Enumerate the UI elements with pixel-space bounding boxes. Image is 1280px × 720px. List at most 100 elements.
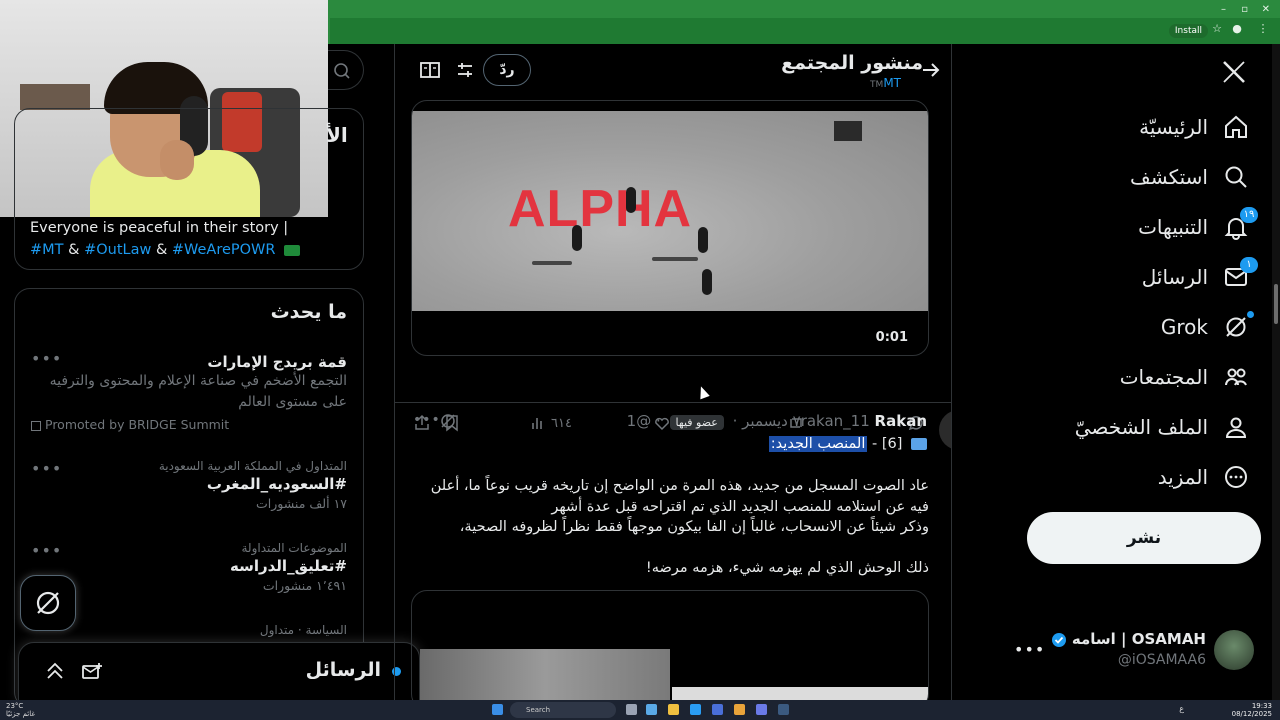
video-frame: ALPHA (412, 111, 928, 311)
nav-notifications[interactable]: ١٩ التنبيهات (1138, 202, 1258, 252)
nav-communities[interactable]: المجتمعات (1120, 352, 1250, 402)
widgets-icon[interactable] (646, 704, 657, 715)
more-circle-icon (1225, 466, 1247, 488)
nav-home[interactable]: الرئيسيّة (1139, 102, 1250, 152)
install-app-button[interactable]: Install (1168, 24, 1208, 38)
views-action[interactable]: ٦١٤ (529, 414, 572, 432)
flag-icon (284, 244, 301, 256)
folder-icon (911, 438, 927, 450)
post-body: عاد الصوت المسجل من جديد، هذه المرة من ا… (430, 478, 929, 576)
more-icon[interactable]: ••• (31, 349, 62, 368)
store-icon[interactable] (712, 704, 723, 715)
more-icon[interactable]: ••• (1014, 640, 1045, 659)
taskbar-clock[interactable]: 19:33 08/12/2025 (1232, 702, 1272, 718)
author-name[interactable]: Rakan (875, 412, 927, 430)
grok-icon (1226, 317, 1246, 337)
post-media[interactable] (411, 590, 929, 700)
kebab-menu-icon[interactable]: ⋮ (1256, 22, 1270, 36)
account-name: اسامه | OSAMAH (1051, 630, 1206, 648)
trend-item[interactable]: الموضوعات المتداولة #تعليق_الدراسه ١٬٤٩١… (31, 541, 347, 593)
trend-item[interactable]: السياسة · متداول (31, 623, 347, 637)
video-overlay-text: ALPHA (508, 180, 693, 238)
task-view-icon[interactable] (626, 704, 637, 715)
account-handle: @iOSAMAA6 (1117, 652, 1206, 668)
edge-icon[interactable] (690, 704, 701, 715)
messages-drawer-title: الرسائل (305, 659, 381, 681)
communities-icon (1225, 368, 1247, 386)
chrome-icon[interactable] (734, 704, 745, 715)
search-box[interactable] (328, 50, 364, 90)
post-date[interactable]: ٧ ديسمبر (742, 412, 801, 430)
nav-explore[interactable]: استكشف (1130, 152, 1250, 202)
more-icon[interactable]: ••• (31, 541, 62, 560)
reader-icon[interactable] (419, 60, 441, 80)
star-icon[interactable]: ☆ (1210, 22, 1224, 36)
message-count-badge: ١ (1240, 257, 1258, 273)
scrollbar[interactable] (1272, 44, 1280, 700)
trend-item[interactable]: قمة بريدج الإمارات التجمع الأضخم في صناع… (31, 351, 347, 432)
views-icon (532, 418, 542, 429)
sidebar-nav: الرئيسيّة استكشف ١٩ التنبيهات ١ الرسائل … (994, 44, 1280, 700)
profile-icon[interactable]: ● (1230, 22, 1244, 36)
search-icon (334, 63, 350, 79)
minimize-icon[interactable]: – (1221, 4, 1226, 15)
profile-bio: Everyone is peaceful in their story | #M… (30, 217, 350, 261)
grok-icon[interactable] (439, 412, 457, 430)
sliders-icon[interactable] (455, 60, 475, 80)
x-logo-icon[interactable] (1220, 58, 1248, 86)
more-icon[interactable]: ••• (31, 459, 62, 478)
avatar[interactable] (939, 410, 951, 450)
avatar (1214, 630, 1254, 670)
grok-floating-button[interactable] (20, 575, 76, 631)
trend-item[interactable]: المتداول في المملكة العربية السعودية #ال… (31, 459, 347, 511)
promoted-label: Promoted by BRIDGE Summit (31, 417, 347, 432)
page-title: منشور المجتمع (781, 52, 923, 74)
bio-line: Everyone is peaceful in their story | (30, 220, 289, 236)
discord-icon[interactable] (756, 704, 767, 715)
file-explorer-icon[interactable] (668, 704, 679, 715)
media-thumbnail (672, 687, 928, 700)
post-author[interactable]: ٧ ديسمبر · عضو فيها · @1rakan_11 Rakan (627, 412, 927, 430)
nav-profile[interactable]: الملف الشخصيّ (1075, 402, 1250, 452)
video-player[interactable]: ALPHA 0:01 (411, 100, 929, 356)
messages-drawer[interactable]: الرسائل (18, 642, 420, 702)
post-detail-column: منشور المجتمع TMMT ردّ ALPHA 0:01 ١ ٢٢ ٦… (394, 44, 952, 700)
unread-dot (1247, 311, 1254, 318)
nav-more[interactable]: المزيد (1158, 452, 1250, 502)
taskbar-search[interactable]: Search (510, 702, 616, 718)
windows-start-icon[interactable] (492, 704, 503, 715)
hashtag-link[interactable]: #WeArePOWR (172, 242, 276, 258)
hashtag-link[interactable]: #MT (30, 242, 64, 258)
more-icon[interactable]: ••• (413, 412, 441, 428)
grok-icon (36, 591, 60, 615)
weather-widget[interactable]: 23°C غائم جزئيًا (6, 702, 35, 718)
search-icon (1225, 166, 1247, 188)
scrollbar-thumb[interactable] (1274, 284, 1278, 324)
back-arrow-icon[interactable] (921, 60, 941, 80)
trends-title: ما يحدث (270, 301, 347, 323)
nav-messages[interactable]: ١ الرسائل (1142, 252, 1258, 302)
expand-up-icon[interactable] (45, 661, 65, 683)
promoted-icon (31, 420, 41, 431)
post-header: منشور المجتمع TMMT ردّ (395, 44, 951, 96)
video-timestamp: 0:01 (875, 330, 908, 345)
language-indicator[interactable]: ع (1179, 704, 1184, 713)
verified-badge-icon (1051, 632, 1066, 647)
maximize-icon[interactable]: ▫ (1241, 4, 1248, 15)
vehicle (834, 121, 862, 141)
steam-icon[interactable] (778, 704, 789, 715)
hashtag-link[interactable]: #OutLaw (84, 242, 151, 258)
card-heading: الأ (326, 123, 348, 147)
account-switcher[interactable]: اسامه | OSAMAH @iOSAMAA6 ••• (1008, 622, 1268, 682)
browser-address-area (330, 18, 1280, 44)
post-button[interactable]: نشر (1027, 512, 1261, 564)
os-taskbar: 23°C غائم جزئيًا Search ع 19:33 08/12/2025 (0, 700, 1280, 720)
person-icon (1225, 417, 1247, 438)
nav-grok[interactable]: Grok (1161, 302, 1254, 352)
new-message-icon[interactable] (81, 661, 103, 683)
close-window-icon[interactable]: ✕ (1262, 4, 1270, 15)
post-subtitle: [6] - المنصب الجديد: (768, 436, 927, 452)
media-thumbnail (420, 649, 670, 700)
community-tag[interactable]: TMMT (866, 76, 901, 90)
reply-button[interactable]: ردّ (483, 54, 531, 86)
